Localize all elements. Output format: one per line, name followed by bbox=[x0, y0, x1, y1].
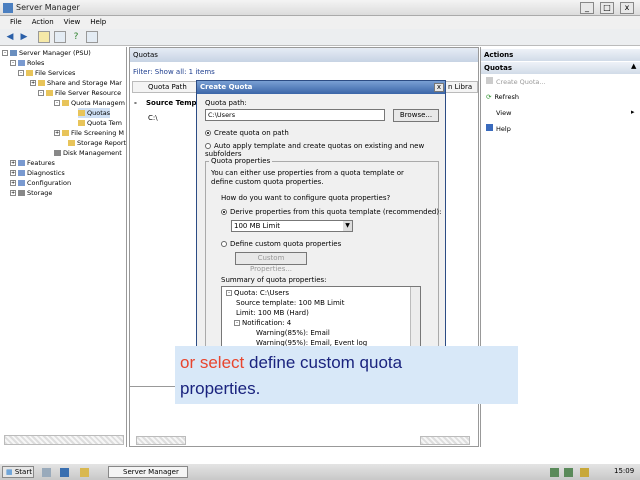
dialog-close-button[interactable]: x bbox=[434, 83, 444, 92]
maximize-button[interactable]: □ bbox=[600, 2, 614, 14]
tree-item-fsrm[interactable]: - File Server Resource bbox=[38, 88, 121, 98]
action-create-quota[interactable]: Create Quota... bbox=[486, 77, 546, 88]
action-refresh[interactable]: ⟳ Refresh bbox=[486, 92, 519, 103]
column-right-label: n Libra bbox=[448, 83, 473, 91]
windows-logo-icon: ▦ bbox=[6, 468, 13, 476]
caption-highlight: or select bbox=[180, 353, 249, 372]
refresh-icon: ⟳ bbox=[486, 93, 492, 101]
tree-item-file-services[interactable]: - File Services bbox=[18, 68, 75, 78]
quota-path-label: Quota path: bbox=[205, 99, 247, 107]
tree-item-share-storage[interactable]: + Share and Storage Mar bbox=[30, 78, 122, 88]
actions-section-quotas[interactable]: Quotas bbox=[481, 62, 640, 74]
menu-view[interactable]: View bbox=[64, 18, 81, 26]
properties-icon[interactable] bbox=[86, 31, 98, 43]
summary-item: - Notification: 4 bbox=[234, 319, 291, 327]
tree-item-storage-reports[interactable]: Storage Report bbox=[68, 138, 126, 148]
caption-text-line2: properties. bbox=[180, 379, 261, 398]
app-icon bbox=[3, 3, 13, 13]
column-source-template[interactable]: Source Templ bbox=[146, 99, 199, 107]
radio-auto-apply[interactable]: Auto apply template and create quotas on… bbox=[205, 142, 445, 158]
window-title: Server Manager bbox=[16, 3, 80, 12]
clock: 15:09 bbox=[614, 467, 635, 475]
radio-derive-indicator bbox=[221, 209, 227, 215]
column-quota-path[interactable]: Quota Path bbox=[148, 83, 187, 91]
tree-item-configuration[interactable]: + Configuration bbox=[10, 178, 71, 188]
close-button[interactable]: x bbox=[620, 2, 634, 14]
tutorial-caption: or select define custom quota properties. bbox=[175, 346, 518, 404]
start-button[interactable]: ▦ Start bbox=[2, 466, 34, 478]
forward-arrow-icon[interactable]: ▶ bbox=[18, 31, 30, 43]
summary-item: Source template: 100 MB Limit bbox=[236, 299, 345, 307]
create-quota-dialog: Create Quota x Quota path: Browse... Cre… bbox=[196, 80, 446, 360]
panel-title: Quotas bbox=[130, 48, 478, 62]
menu-help[interactable]: Help bbox=[90, 18, 106, 26]
navigation-tree: - Server Manager (PSU) - Roles - File Servi… bbox=[0, 47, 127, 447]
radio-create-quota-indicator bbox=[205, 130, 211, 136]
radio-auto-apply-indicator bbox=[205, 143, 211, 149]
radio-create-quota[interactable]: Create quota on path bbox=[205, 129, 289, 137]
title-bar: Server Manager _ □ x bbox=[0, 0, 640, 16]
taskbar-server-manager[interactable]: Server Manager bbox=[108, 466, 188, 478]
summary-item: Warning(85%): Email bbox=[256, 329, 330, 337]
help-icon[interactable]: ? bbox=[70, 31, 82, 43]
menu-action[interactable]: Action bbox=[32, 18, 54, 26]
tray-volume-icon[interactable] bbox=[564, 468, 573, 477]
tree-item-roles[interactable]: - Roles bbox=[10, 58, 44, 68]
up-folder-icon[interactable] bbox=[38, 31, 50, 43]
dropdown-arrow-icon[interactable]: ▼ bbox=[343, 221, 352, 231]
center-scrollbar-right[interactable] bbox=[420, 436, 470, 445]
group-row-toggle[interactable]: - bbox=[134, 99, 137, 107]
quota-path-input[interactable] bbox=[205, 109, 385, 121]
quota-row-path[interactable]: C:\ bbox=[148, 114, 158, 122]
configure-question: How do you want to configure quota prope… bbox=[221, 194, 391, 202]
menu-bar: File Action View Help bbox=[0, 16, 640, 29]
quota-properties-title: Quota properties bbox=[209, 157, 273, 165]
tree-item-features[interactable]: + Features bbox=[10, 158, 55, 168]
radio-custom-properties[interactable]: Define custom quota properties bbox=[221, 240, 341, 248]
help-icon bbox=[486, 124, 493, 131]
quicklaunch-server-icon[interactable] bbox=[42, 468, 51, 477]
tray-network-icon[interactable] bbox=[550, 468, 559, 477]
browse-button[interactable]: Browse... bbox=[393, 109, 439, 122]
custom-properties-button[interactable]: Custom Properties... bbox=[235, 252, 307, 273]
tree-item-quotas[interactable]: Quotas bbox=[78, 108, 111, 118]
summary-label: Summary of quota properties: bbox=[221, 276, 327, 284]
quicklaunch-powershell-icon[interactable] bbox=[60, 468, 69, 477]
create-quota-icon bbox=[486, 77, 493, 84]
tree-item-quota-management[interactable]: - Quota Managem bbox=[54, 98, 125, 108]
tree-item-diagnostics[interactable]: + Diagnostics bbox=[10, 168, 65, 178]
tree-item-quota-templates[interactable]: Quota Tem bbox=[78, 118, 122, 128]
back-arrow-icon[interactable]: ◀ bbox=[4, 31, 16, 43]
menu-file[interactable]: File bbox=[10, 18, 22, 26]
actions-header: Actions bbox=[481, 49, 640, 61]
tree-item-root[interactable]: - Server Manager (PSU) bbox=[2, 48, 91, 58]
center-scrollbar-left[interactable] bbox=[136, 436, 186, 445]
filter-text[interactable]: Filter: Show all: 1 items bbox=[133, 68, 215, 76]
show-hide-tree-icon[interactable] bbox=[54, 31, 66, 43]
tree-horizontal-scrollbar[interactable] bbox=[4, 435, 124, 445]
summary-item: - Quota: C:\Users bbox=[226, 289, 289, 297]
quicklaunch-explorer-icon[interactable] bbox=[80, 468, 89, 477]
tree-item-storage[interactable]: + Storage bbox=[10, 188, 52, 198]
section-collapse-icon[interactable]: ▲ bbox=[631, 62, 636, 70]
radio-custom-indicator bbox=[221, 241, 227, 247]
minimize-button[interactable]: _ bbox=[580, 2, 594, 14]
radio-derive-template[interactable]: Derive properties from this quota templa… bbox=[221, 208, 441, 216]
summary-scrollbar[interactable] bbox=[410, 287, 420, 349]
quota-properties-description: You can either use properties from a quo… bbox=[211, 169, 404, 186]
action-view[interactable]: View bbox=[486, 108, 511, 119]
tree-item-file-screening[interactable]: + File Screening M bbox=[54, 128, 124, 138]
view-submenu-arrow-icon: ▸ bbox=[631, 108, 635, 116]
tray-notification-icon[interactable] bbox=[580, 468, 589, 477]
toolbar: ◀ ▶ ? bbox=[0, 29, 640, 46]
action-help[interactable]: Help bbox=[486, 124, 511, 135]
summary-item: Limit: 100 MB (Hard) bbox=[236, 309, 309, 317]
dialog-title: Create Quota bbox=[197, 81, 445, 94]
tree-item-disk-management[interactable]: Disk Management bbox=[54, 148, 122, 158]
caption-text: define custom quota bbox=[248, 353, 403, 372]
summary-tree[interactable]: - Quota: C:\Users Source template: 100 MB… bbox=[221, 286, 421, 350]
taskbar: ▦ Start Server Manager 15:09 bbox=[0, 463, 640, 480]
template-dropdown[interactable]: 100 MB Limit bbox=[231, 220, 353, 232]
